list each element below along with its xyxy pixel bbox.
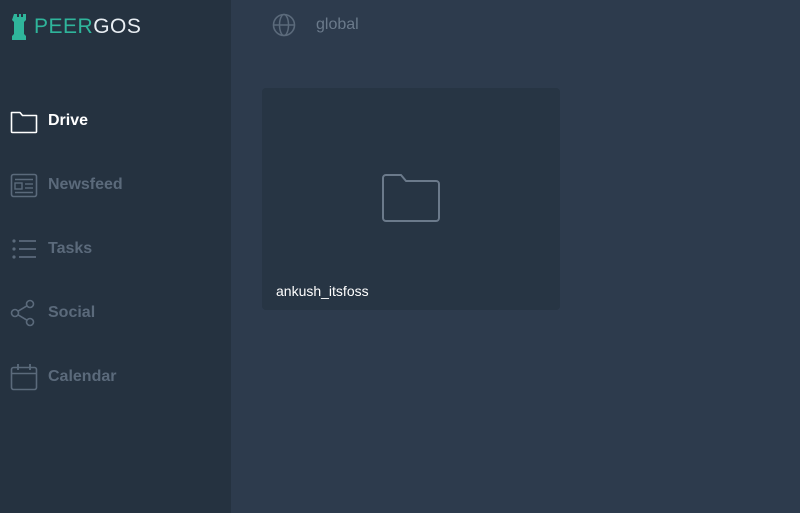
folder-name: ankush_itsfoss [276, 283, 369, 299]
sidebar-item-social[interactable]: Social [0, 281, 231, 345]
logo-wordmark: PEERGOS [34, 14, 141, 40]
folder-icon [10, 107, 38, 135]
folder-card[interactable]: ankush_itsfoss [262, 88, 560, 310]
sidebar-item-newsfeed[interactable]: Newsfeed [0, 153, 231, 217]
globe-icon[interactable] [271, 12, 297, 38]
sidebar-item-label: Drive [48, 112, 89, 129]
sidebar-nav: Drive Newsfeed Tasks Social Calendar [0, 89, 231, 409]
logo-text-gos: GOS [93, 15, 142, 38]
app-logo[interactable]: PEERGOS [12, 14, 141, 40]
sidebar-item-drive[interactable]: Drive [0, 89, 231, 153]
sidebar-item-calendar[interactable]: Calendar [0, 345, 231, 409]
sidebar-item-label: Tasks [48, 240, 93, 257]
app-window: PEERGOS Drive Newsfeed Tasks Social Cale… [0, 0, 800, 513]
folder-icon [381, 173, 441, 227]
sidebar: PEERGOS Drive Newsfeed Tasks Social Cale… [0, 0, 231, 513]
logo-text-peer: PEER [34, 15, 94, 38]
logo-tower-icon [12, 14, 28, 40]
sidebar-item-label: Calendar [48, 368, 117, 385]
breadcrumb-path[interactable]: global [316, 16, 359, 34]
sidebar-item-label: Newsfeed [48, 176, 123, 193]
list-icon [10, 235, 38, 263]
share-icon [10, 299, 38, 327]
sidebar-item-tasks[interactable]: Tasks [0, 217, 231, 281]
newspaper-icon [10, 171, 38, 199]
breadcrumb-bar: global [231, 0, 800, 50]
calendar-icon [10, 363, 38, 391]
sidebar-item-label: Social [48, 304, 96, 321]
